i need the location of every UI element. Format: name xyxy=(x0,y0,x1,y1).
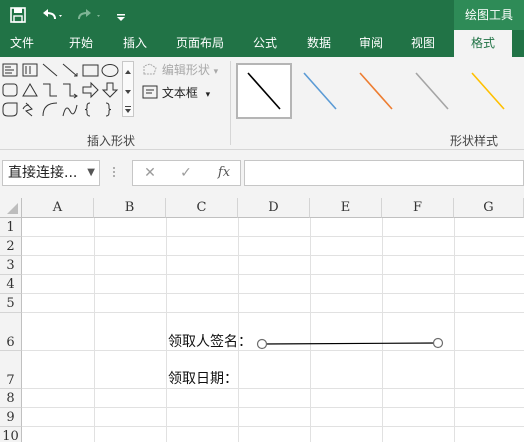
shape-styles-group-label: 形状样式 xyxy=(450,134,499,148)
tab-review[interactable]: 审阅 xyxy=(348,30,394,57)
edit-shape-button[interactable]: 编辑形状 ▾ xyxy=(142,61,218,79)
tab-formulas[interactable]: 公式 xyxy=(242,30,288,57)
text-box-label: 文本框 xyxy=(161,86,198,100)
formula-bar: 直接连接... ▼ ✕ ✓ fx xyxy=(0,150,524,198)
gridline xyxy=(22,426,524,427)
formula-buttons: ✕ ✓ fx xyxy=(132,160,241,186)
gridline xyxy=(22,312,524,313)
customize-qat-icon[interactable] xyxy=(112,0,130,30)
undo-icon[interactable] xyxy=(38,0,66,30)
row-header-10[interactable]: 10 xyxy=(0,427,22,442)
group-divider xyxy=(230,61,231,145)
shape-style-swatch-1[interactable] xyxy=(236,63,292,119)
insert-shapes-group-label: 插入形状 xyxy=(87,134,136,148)
text-box-button[interactable]: 文本框 ▾ xyxy=(142,84,210,102)
gridline xyxy=(238,218,239,442)
tab-page-layout[interactable]: 页面布局 xyxy=(168,30,232,57)
text-box-icon xyxy=(142,85,158,99)
edit-shape-icon xyxy=(143,63,157,75)
gridline xyxy=(22,236,524,237)
row-header-2[interactable]: 2 xyxy=(0,237,22,256)
formula-bar-grip[interactable] xyxy=(112,164,116,180)
shape-style-swatch-2[interactable] xyxy=(292,63,348,119)
quick-access-toolbar: 绘图工具 xyxy=(0,0,524,30)
row-header-1[interactable]: 1 xyxy=(0,218,22,237)
gridline xyxy=(22,388,524,389)
gridline xyxy=(166,218,167,442)
shape-style-swatch-5[interactable] xyxy=(460,63,516,119)
shape-style-swatch-3[interactable] xyxy=(348,63,404,119)
gridline xyxy=(22,274,524,275)
tab-file[interactable]: 文件 xyxy=(0,30,44,57)
ribbon: 编辑形状 ▾ 文本框 ▾ 插入形状 形状样式 xyxy=(0,57,524,150)
worksheet-grid[interactable]: A B C D E F G 1 2 3 4 5 6 7 8 9 10 领取人签名… xyxy=(0,198,524,442)
column-header-b[interactable]: B xyxy=(94,198,166,218)
shapes-gallery xyxy=(2,61,120,117)
tab-home[interactable]: 开始 xyxy=(58,30,104,57)
redo-icon[interactable] xyxy=(74,0,106,30)
name-box[interactable]: 直接连接... ▼ xyxy=(2,160,100,186)
column-header-c[interactable]: C xyxy=(166,198,238,218)
name-box-dropdown-icon[interactable]: ▼ xyxy=(87,161,95,185)
column-header-d[interactable]: D xyxy=(238,198,310,218)
row-header-4[interactable]: 4 xyxy=(0,275,22,294)
cancel-icon[interactable]: ✕ xyxy=(135,161,165,185)
tab-format[interactable]: 格式 xyxy=(454,30,512,57)
cell-c6[interactable]: 领取人签名： xyxy=(168,331,252,351)
contextual-tab-group-label: 绘图工具 xyxy=(454,0,524,30)
tab-view[interactable]: 视图 xyxy=(400,30,446,57)
formula-input[interactable] xyxy=(244,160,524,186)
gridline xyxy=(22,407,524,408)
name-box-value: 直接连接... xyxy=(8,165,78,181)
gridline xyxy=(22,293,524,294)
gridline xyxy=(310,218,311,442)
straight-connector-shape[interactable] xyxy=(252,336,448,352)
row-header-9[interactable]: 9 xyxy=(0,408,22,427)
enter-icon[interactable]: ✓ xyxy=(171,161,201,185)
tab-data[interactable]: 数据 xyxy=(296,30,342,57)
row-header-8[interactable]: 8 xyxy=(0,389,22,408)
column-header-f[interactable]: F xyxy=(382,198,454,218)
gallery-scroll[interactable] xyxy=(122,61,134,117)
edit-shape-label: 编辑形状 xyxy=(161,63,210,77)
connector-end-handle[interactable] xyxy=(432,337,444,349)
row-header-6[interactable]: 6 xyxy=(0,313,22,351)
insert-function-icon[interactable]: fx xyxy=(209,161,239,185)
row-header-3[interactable]: 3 xyxy=(0,256,22,275)
column-header-e[interactable]: E xyxy=(310,198,382,218)
gridline xyxy=(22,255,524,256)
shape-style-swatch-4[interactable] xyxy=(404,63,460,119)
gridline xyxy=(454,218,455,442)
column-header-g[interactable]: G xyxy=(454,198,524,218)
row-header-5[interactable]: 5 xyxy=(0,294,22,313)
tab-insert[interactable]: 插入 xyxy=(112,30,158,57)
gridline xyxy=(94,218,95,442)
row-header-7[interactable]: 7 xyxy=(0,351,22,389)
column-header-a[interactable]: A xyxy=(22,198,94,218)
excel-window: { "qat": { "save_icon": "save-icon", "un… xyxy=(0,0,524,442)
cell-c7[interactable]: 领取日期： xyxy=(168,368,238,388)
select-all-corner[interactable] xyxy=(0,198,22,218)
save-icon[interactable] xyxy=(6,0,30,30)
connector-start-handle[interactable] xyxy=(256,338,268,350)
ribbon-tabs: 文件 开始 插入 页面布局 公式 数据 审阅 视图 格式 xyxy=(0,30,524,57)
gridline xyxy=(382,218,383,442)
